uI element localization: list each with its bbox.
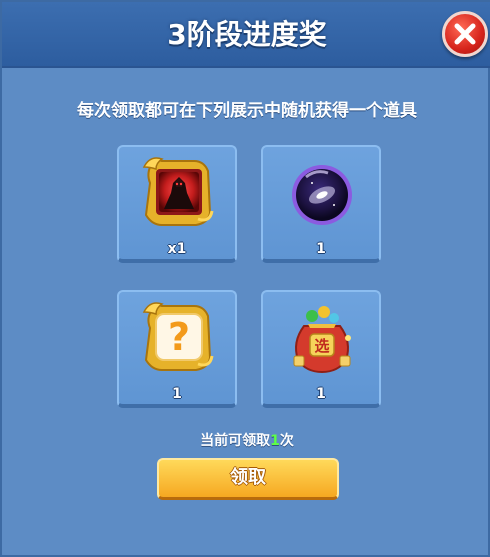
reward-slot-1[interactable]: x1 <box>117 145 237 263</box>
dialog-title: 3阶段进度奖 <box>167 18 327 51</box>
reward-slot-3[interactable]: ? 1 <box>117 290 237 408</box>
reward-count: 1 <box>316 386 326 402</box>
reward-count: 1 <box>172 386 182 402</box>
claims-remaining-count: 1 <box>270 433 280 449</box>
lucky-bag-icon: 选 <box>293 306 351 374</box>
bag-label: 选 <box>314 337 329 355</box>
dark-hero-icon <box>142 157 214 226</box>
mystery-question-icon: ? <box>142 302 214 371</box>
close-button[interactable] <box>442 11 488 57</box>
reward-dialog: 3阶段进度奖 每次领取都可在下列展示中随机获得一个道具 x1 1 ? 1 选 1… <box>0 0 490 557</box>
reward-slot-2[interactable]: 1 <box>261 145 381 263</box>
claims-remaining-text: 当前可领取1次 <box>200 433 294 449</box>
reward-slot-4[interactable]: 选 1 <box>261 290 381 408</box>
reward-count: 1 <box>316 241 326 257</box>
reward-count: x1 <box>167 241 187 257</box>
claim-button[interactable]: 领取 <box>157 458 339 500</box>
svg-text:?: ? <box>168 315 190 359</box>
reward-description: 每次领取都可在下列展示中随机获得一个道具 <box>77 101 417 121</box>
close-icon <box>454 23 476 45</box>
galaxy-orb-icon <box>292 165 352 225</box>
